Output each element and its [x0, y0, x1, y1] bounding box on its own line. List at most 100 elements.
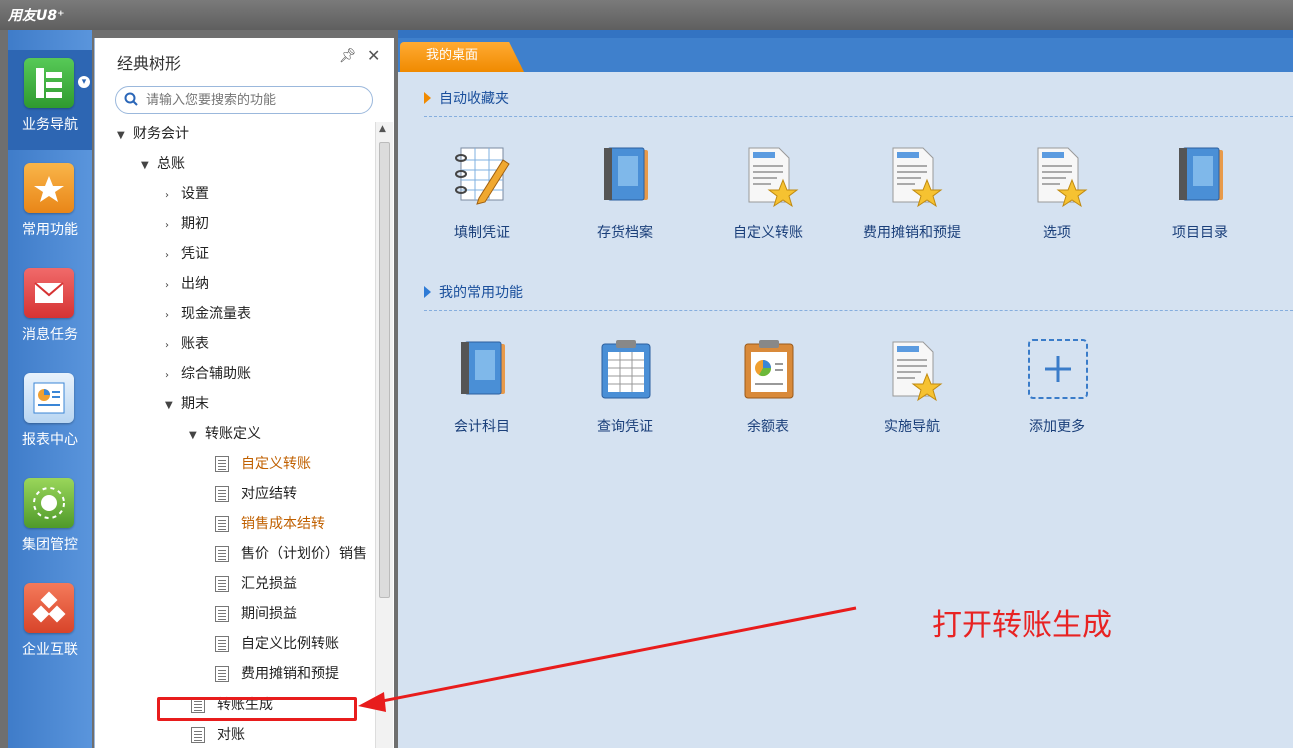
tile-implementation-guide[interactable]: 实施导航 — [842, 338, 982, 448]
pin-icon[interactable]: 📌︎ — [339, 48, 357, 64]
tree-node-reports[interactable]: › 账表 — [165, 332, 209, 356]
chevron-down-icon[interactable]: ▼ — [189, 424, 205, 448]
chevron-right-icon[interactable]: › — [165, 244, 181, 268]
tree-node-voucher[interactable]: › 凭证 — [165, 242, 209, 266]
document-icon — [215, 486, 229, 502]
tree-node-settings[interactable]: › 设置 — [165, 182, 209, 206]
tree-leaf-custom-transfer[interactable]: 自定义转账 — [215, 452, 311, 476]
desktop-content: 自动收藏夹 填制凭证 存货档案 自定义转账 费用摊销和预提 选项 项目目录 我的… — [398, 72, 1293, 748]
tree-scrollbar[interactable]: ▲ — [375, 122, 393, 748]
main-area: 我的桌面 自动收藏夹 填制凭证 存货档案 自定义转账 费用摊销和预提 选项 项目… — [398, 30, 1293, 748]
chevron-right-icon[interactable]: › — [165, 334, 181, 358]
chevron-down-icon[interactable]: ▼ — [141, 154, 157, 178]
doc-star-icon — [1037, 147, 1088, 208]
tile-fill-voucher[interactable]: 填制凭证 — [412, 144, 552, 254]
tree-node-aux-ledger[interactable]: › 综合辅助账 — [165, 362, 251, 386]
tile-options[interactable]: 选项 — [987, 144, 1127, 254]
nav-label: 业务导航 — [22, 117, 78, 133]
tile-custom-transfer[interactable]: 自定义转账 — [698, 144, 838, 254]
tree-leaf-planned-price-sales[interactable]: 售价（计划价）销售 — [215, 542, 367, 566]
nav-business-navigation[interactable]: ▾ 业务导航 — [8, 50, 92, 150]
fill-voucher-icon — [455, 147, 510, 205]
book-icon — [461, 341, 505, 395]
section-my-common-functions[interactable]: 我的常用功能 — [424, 282, 523, 302]
tree-node-finance[interactable]: ▼ 财务会计 — [117, 122, 189, 146]
tree-leaf-sales-cost-carryover[interactable]: 销售成本结转 — [215, 512, 325, 536]
chevron-right-icon[interactable]: › — [165, 274, 181, 298]
tree-node-opening[interactable]: › 期初 — [165, 212, 209, 236]
tree-leaf-custom-ratio-transfer[interactable]: 自定义比例转账 — [215, 632, 339, 656]
tile-query-voucher[interactable]: 查询凭证 — [555, 338, 695, 448]
annotation-text: 打开转账生成 — [932, 608, 1112, 643]
business-nav-icon — [24, 58, 74, 108]
nav-report-center[interactable]: 报表中心 — [8, 365, 92, 465]
chevron-right-icon[interactable]: › — [165, 214, 181, 238]
tree-leaf-expense-amortization[interactable]: 费用摊销和预提 — [215, 662, 339, 686]
doc-star-icon — [892, 147, 943, 208]
tree-leaf-period-profit-loss[interactable]: 期间损益 — [215, 602, 297, 626]
nav-label: 集团管控 — [22, 537, 78, 553]
document-icon — [215, 576, 229, 592]
left-navigation: ▾ 业务导航 常用功能 消息任务 报表中心 集团管控 企业互联 — [8, 30, 92, 748]
tree-node-period-end[interactable]: ▼ 期末 — [165, 392, 209, 416]
nav-label: 报表中心 — [22, 432, 78, 448]
clipboard-chart-icon — [744, 340, 794, 399]
tree-leaf-reconciliation[interactable]: 对账 — [191, 723, 245, 747]
highlight-box — [157, 697, 357, 721]
document-icon — [215, 666, 229, 682]
function-tree: ▼ 财务会计 ▼ 总账 › 设置 › 期初 › 凭证 › 出纳 › 现金流量表 › 账表 › 综合… — [95, 122, 375, 748]
tree-title: 经典树形 — [117, 54, 182, 73]
section-auto-favorites[interactable]: 自动收藏夹 — [424, 88, 509, 108]
chevron-right-icon[interactable]: › — [165, 304, 181, 328]
nav-enterprise-link[interactable]: 企业互联 — [8, 575, 92, 675]
tile-project-directory[interactable]: 项目目录 — [1130, 144, 1270, 254]
group-control-icon — [24, 478, 74, 528]
document-icon — [215, 516, 229, 532]
nav-favorites[interactable]: 常用功能 — [8, 155, 92, 255]
app-brand: 用友U8⁺ — [8, 8, 65, 24]
search-box[interactable] — [115, 86, 373, 114]
report-icon — [24, 373, 74, 423]
divider — [424, 116, 1293, 117]
tile-inventory-archive[interactable]: 存货档案 — [555, 144, 695, 254]
chevron-right-icon[interactable]: › — [165, 184, 181, 208]
chevron-down-icon[interactable]: ▾ — [78, 76, 90, 88]
nav-group-control[interactable]: 集团管控 — [8, 470, 92, 570]
enterprise-link-icon — [24, 583, 74, 633]
clipboard-table-icon — [601, 340, 651, 399]
tile-expense-amortization[interactable]: 费用摊销和预提 — [842, 144, 982, 254]
chevron-right-icon[interactable]: › — [165, 364, 181, 388]
triangle-right-icon — [424, 92, 431, 104]
tile-accounting-subjects[interactable]: 会计科目 — [412, 338, 552, 448]
document-icon — [215, 606, 229, 622]
tile-balance-sheet[interactable]: 余额表 — [698, 338, 838, 448]
chevron-down-icon[interactable]: ▼ — [117, 124, 133, 148]
search-icon — [124, 92, 138, 106]
nav-label: 企业互联 — [22, 642, 78, 658]
doc-star-icon — [892, 341, 943, 402]
tree-leaf-exchange-gain-loss[interactable]: 汇兑损益 — [215, 572, 297, 596]
tree-node-cashier[interactable]: › 出纳 — [165, 272, 209, 296]
nav-messages[interactable]: 消息任务 — [8, 260, 92, 360]
tree-node-general-ledger[interactable]: ▼ 总账 — [141, 152, 185, 176]
tab-bar: 我的桌面 — [398, 30, 1293, 72]
chevron-down-icon[interactable]: ▼ — [165, 394, 181, 418]
tree-node-cash-flow[interactable]: › 现金流量表 — [165, 302, 251, 326]
nav-label: 常用功能 — [22, 222, 78, 238]
scrollbar-thumb[interactable] — [379, 142, 390, 598]
close-icon[interactable]: ✕ — [367, 46, 380, 65]
document-icon — [215, 456, 229, 472]
tab-my-desktop[interactable]: 我的桌面 — [400, 42, 524, 72]
tree-header: 经典树形 📌︎ ✕ — [95, 38, 395, 82]
triangle-right-icon — [424, 286, 431, 298]
doc-star-icon — [748, 147, 799, 208]
search-input[interactable] — [146, 91, 366, 109]
tree-leaf-corresponding-carryover[interactable]: 对应结转 — [215, 482, 297, 506]
title-bar: 用友U8⁺ — [0, 0, 1293, 30]
scroll-up-icon[interactable]: ▲ — [379, 124, 386, 134]
document-icon — [215, 546, 229, 562]
tile-add-more[interactable]: 添加更多 — [987, 338, 1127, 448]
tree-node-transfer-definition[interactable]: ▼ 转账定义 — [189, 422, 261, 446]
plus-icon — [1028, 339, 1088, 399]
divider — [424, 310, 1293, 311]
